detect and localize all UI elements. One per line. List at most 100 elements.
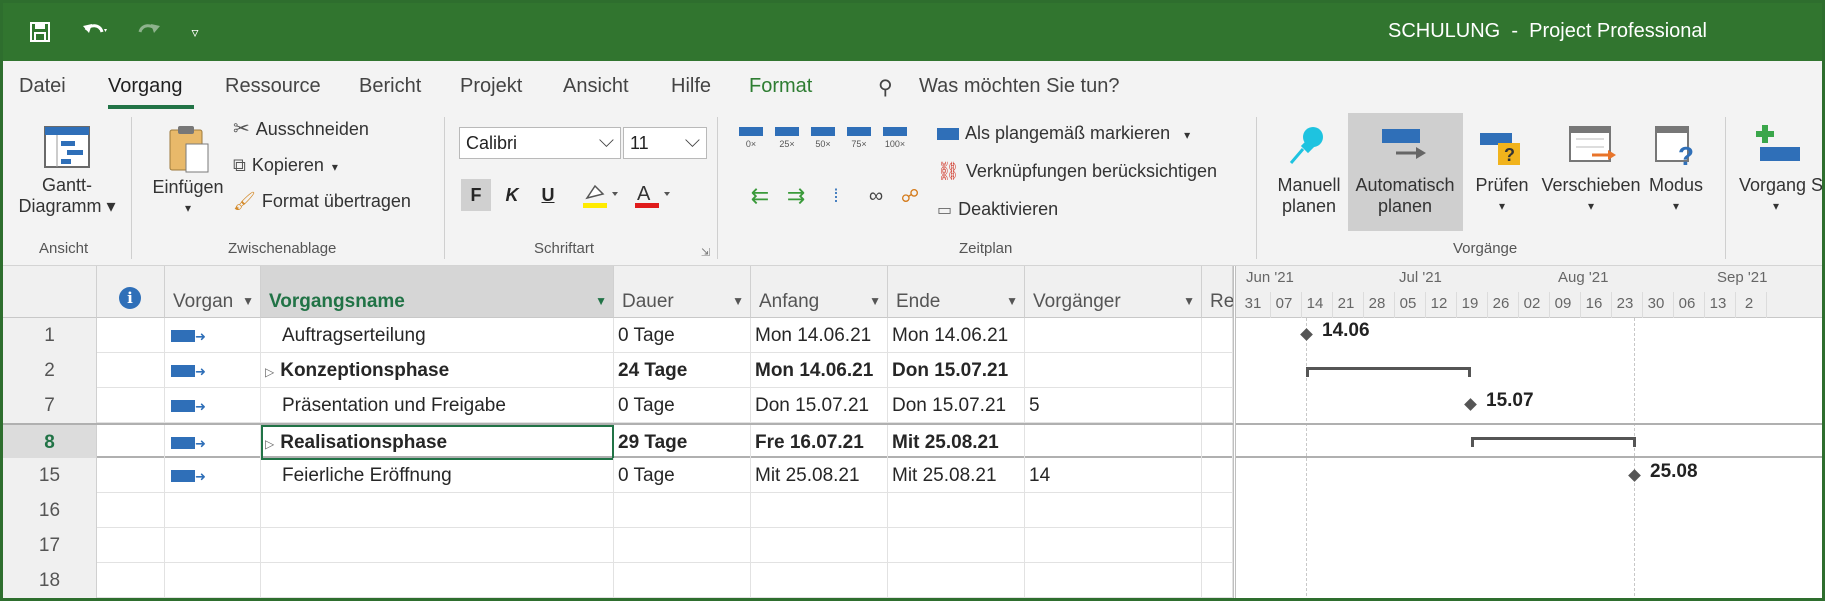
- font-name-select[interactable]: Calibri ⌵: [459, 127, 621, 159]
- row-id[interactable]: 7: [3, 388, 97, 423]
- gantt-chart-icon[interactable]: [41, 123, 93, 171]
- predecessors-cell[interactable]: [1025, 353, 1202, 388]
- task-name-cell[interactable]: [261, 563, 614, 598]
- start-cell[interactable]: [751, 563, 888, 598]
- manual-schedule-button[interactable]: Manuell planen: [1267, 175, 1351, 217]
- column-header-finish[interactable]: Ende ▼: [888, 266, 1025, 318]
- predecessors-cell[interactable]: 14: [1025, 458, 1202, 493]
- milestone-diamond[interactable]: [1464, 398, 1477, 411]
- duration-cell[interactable]: 24 Tage: [614, 353, 751, 388]
- duration-cell[interactable]: 0 Tage: [614, 458, 751, 493]
- tab-bericht[interactable]: Bericht: [359, 75, 421, 98]
- underline-button[interactable]: U: [533, 179, 563, 211]
- cut-button[interactable]: ✂ Ausschneiden: [233, 119, 369, 140]
- task-name-cell[interactable]: Präsentation und Freigabe: [261, 388, 614, 423]
- auto-schedule-icon[interactable]: [1377, 121, 1433, 169]
- resource-cell[interactable]: [1202, 563, 1233, 598]
- table-row[interactable]: 1 ➜ Auftragserteilung 0 Tage Mon 14.06.2…: [3, 318, 1233, 353]
- tab-vorgang[interactable]: Vorgang: [108, 75, 183, 98]
- finish-cell[interactable]: [888, 563, 1025, 598]
- task-mode-cell[interactable]: [165, 493, 261, 528]
- select-all-corner[interactable]: [3, 266, 97, 318]
- move-task-icon[interactable]: [1565, 121, 1619, 171]
- italic-button[interactable]: K: [497, 179, 527, 211]
- expand-icon[interactable]: ▷: [265, 365, 274, 379]
- row-id[interactable]: 8: [3, 425, 97, 460]
- predecessors-cell[interactable]: [1025, 528, 1202, 563]
- search-icon[interactable]: ⚲: [878, 75, 893, 100]
- finish-cell[interactable]: Mon 14.06.21: [888, 318, 1025, 353]
- pct-100-button[interactable]: 100×: [881, 123, 909, 151]
- resource-cell[interactable]: [1202, 493, 1233, 528]
- mark-on-track-button[interactable]: Als plangemäß markieren ▾: [937, 123, 1190, 146]
- finish-cell[interactable]: Don 15.07.21: [888, 388, 1025, 423]
- finish-cell[interactable]: [888, 528, 1025, 563]
- table-row[interactable]: 7 ➜ Präsentation und Freigabe 0 Tage Don…: [3, 388, 1233, 423]
- move-task-button[interactable]: Verschieben ▾: [1541, 175, 1641, 217]
- finish-cell[interactable]: Don 15.07.21: [888, 353, 1025, 388]
- finish-cell[interactable]: Mit 25.08.21: [888, 458, 1025, 493]
- font-color-icon[interactable]: A: [631, 179, 675, 211]
- start-cell[interactable]: Mon 14.06.21: [751, 318, 888, 353]
- finish-cell[interactable]: Mit 25.08.21: [888, 425, 1025, 460]
- row-id[interactable]: 18: [3, 563, 97, 598]
- predecessors-cell[interactable]: 5: [1025, 388, 1202, 423]
- table-row-empty[interactable]: 17: [3, 528, 1233, 563]
- column-header-resources[interactable]: Re: [1202, 266, 1234, 318]
- column-header-duration[interactable]: Dauer ▼: [614, 266, 751, 318]
- resource-cell[interactable]: [1202, 458, 1233, 493]
- start-cell[interactable]: Mit 25.08.21: [751, 458, 888, 493]
- duration-cell[interactable]: 0 Tage: [614, 388, 751, 423]
- duration-cell[interactable]: 29 Tage: [614, 425, 751, 460]
- manual-schedule-pin-icon[interactable]: [1283, 121, 1331, 169]
- task-mode-cell[interactable]: [165, 528, 261, 563]
- milestone-diamond[interactable]: [1300, 328, 1313, 341]
- resource-cell[interactable]: [1202, 528, 1233, 563]
- mode-icon[interactable]: ?: [1651, 121, 1701, 171]
- row-id[interactable]: 2: [3, 353, 97, 388]
- tab-projekt[interactable]: Projekt: [460, 75, 522, 98]
- predecessors-cell[interactable]: [1025, 425, 1202, 460]
- duration-cell[interactable]: 0 Tage: [614, 318, 751, 353]
- column-header-predecessors[interactable]: Vorgänger ▼: [1025, 266, 1202, 318]
- column-header-task-mode[interactable]: Vorgan ▼: [165, 266, 261, 318]
- table-row-empty[interactable]: 16: [3, 493, 1233, 528]
- paste-icon[interactable]: [163, 121, 215, 177]
- task-name-cell[interactable]: ▷ Konzeptionsphase: [261, 353, 614, 388]
- copy-button[interactable]: ⧉ Kopieren ▾: [233, 155, 338, 178]
- undo-icon[interactable]: [73, 17, 117, 47]
- task-mode-cell[interactable]: [165, 563, 261, 598]
- tab-ressource[interactable]: Ressource: [225, 75, 321, 98]
- pct-25-button[interactable]: 25×: [773, 123, 801, 151]
- row-id[interactable]: 17: [3, 528, 97, 563]
- fill-color-icon[interactable]: [579, 179, 623, 211]
- task-name-cell[interactable]: [261, 493, 614, 528]
- task-mode-cell[interactable]: ➜: [165, 353, 261, 388]
- auto-schedule-button[interactable]: Automatisch planen: [1346, 175, 1464, 217]
- task-mode-cell[interactable]: ➜: [165, 318, 261, 353]
- resource-cell[interactable]: [1202, 425, 1233, 460]
- tab-datei[interactable]: Datei: [19, 75, 66, 98]
- summary-bar-konzeption[interactable]: [1306, 367, 1471, 377]
- column-header-indicators[interactable]: i: [97, 266, 165, 318]
- start-cell[interactable]: [751, 528, 888, 563]
- insert-task-icon[interactable]: [1747, 121, 1803, 169]
- paste-button[interactable]: Einfügen ▾: [143, 177, 233, 219]
- redo-icon[interactable]: [127, 17, 171, 47]
- inactivate-button[interactable]: ▭ Deaktivieren: [937, 199, 1058, 221]
- table-row[interactable]: 2 ➜ ▷ Konzeptionsphase 24 Tage Mon 14.06.…: [3, 353, 1233, 388]
- start-cell[interactable]: Mon 14.06.21: [751, 353, 888, 388]
- task-mode-cell[interactable]: ➜: [165, 425, 261, 460]
- tab-hilfe[interactable]: Hilfe: [671, 75, 711, 98]
- start-cell[interactable]: Don 15.07.21: [751, 388, 888, 423]
- pct-75-button[interactable]: 75×: [845, 123, 873, 151]
- tell-me-search[interactable]: Was möchten Sie tun?: [919, 75, 1119, 98]
- duration-cell[interactable]: [614, 528, 751, 563]
- inspect-button[interactable]: Prüfen ▾: [1469, 175, 1535, 217]
- customize-quick-access-icon[interactable]: ▿: [183, 17, 207, 47]
- expand-icon[interactable]: ▷: [265, 437, 274, 451]
- gantt-chart-button[interactable]: Gantt- Diagramm ▾: [13, 175, 121, 217]
- pct-50-button[interactable]: 50×: [809, 123, 837, 151]
- link-tasks-icon[interactable]: ∞: [861, 181, 891, 211]
- start-cell[interactable]: Fre 16.07.21: [751, 425, 888, 460]
